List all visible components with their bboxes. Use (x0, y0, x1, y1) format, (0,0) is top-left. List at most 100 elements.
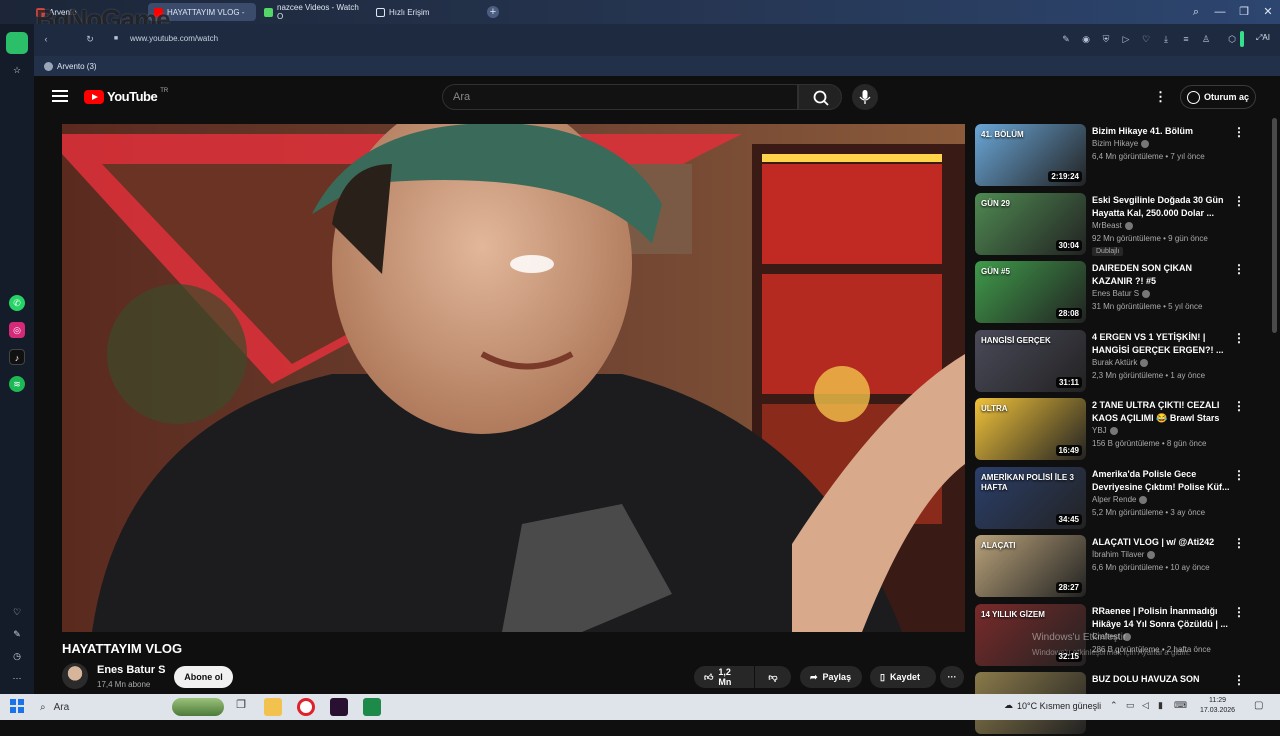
url-text[interactable]: www.youtube.com/watch (130, 34, 218, 43)
sign-in-button[interactable]: Oturum aç (1180, 85, 1256, 109)
menu-icon[interactable]: ≡ (1180, 33, 1192, 45)
voice-search-button[interactable] (852, 84, 878, 110)
battery-icon[interactable]: ▮ (1158, 700, 1163, 711)
recommendation-item[interactable]: AMERİKAN POLİSİ İLE 3 HAFTA 34:45 Amerika'… (975, 467, 1265, 531)
show-hidden-icons[interactable]: ⌃ (1110, 700, 1118, 711)
opera-gx-taskbar-icon[interactable] (363, 698, 381, 716)
weather-widget[interactable]: ☁ 10°C Kısmen güneşli (1004, 700, 1101, 711)
recommendation-item[interactable]: GÜN #5 28:08 DAIREDEN SON ÇIKAN KAZANIR ?!… (975, 261, 1265, 325)
recommendation-title[interactable]: BUZ DOLU HAVUZA SON (1092, 673, 1232, 686)
more-options-icon[interactable]: ⋮ (1233, 468, 1245, 482)
shield-icon[interactable]: ⛨ (1100, 33, 1112, 45)
more-options-icon[interactable]: ⋮ (1233, 262, 1245, 276)
more-options-icon[interactable]: ⋮ (1233, 125, 1245, 139)
dislike-button[interactable]: 👎︎ (755, 666, 791, 688)
more-options-icon[interactable]: ⋮ (1233, 194, 1245, 208)
extension-icon[interactable]: ⬡ (1226, 33, 1238, 45)
video-thumbnail[interactable]: GÜN 29 30:04 (975, 193, 1086, 255)
download-icon[interactable]: ⤓ (1160, 33, 1172, 45)
more-options-icon[interactable]: ⋮ (1233, 536, 1245, 550)
network-icon[interactable]: ▭ (1126, 700, 1135, 711)
recommendation-title[interactable]: Amerika'da Polisle Gece Devriyesine Çıkt… (1092, 468, 1232, 494)
share-button[interactable]: ➦ Paylaş (800, 666, 862, 688)
back-icon[interactable]: ‹ (40, 33, 52, 45)
scrollbar[interactable] (1272, 118, 1277, 333)
recommendation-title[interactable]: Eski Sevgilinle Doğada 30 Gün Hayatta Ka… (1092, 194, 1232, 220)
recommendation-channel[interactable]: Bizim Hikaye (1092, 139, 1138, 148)
video-thumbnail[interactable]: ULTRA 16:49 (975, 398, 1086, 460)
tab-nazcee[interactable]: nazcee Videos - Watch O (258, 3, 368, 21)
profile-icon[interactable]: ♙ (1200, 33, 1212, 45)
new-tab-icon[interactable]: + (487, 6, 499, 18)
minimize-icon[interactable]: — (1212, 4, 1228, 20)
star-icon[interactable]: ☆ (9, 62, 25, 78)
recommendation-title[interactable]: ALAÇATI VLOG | w/ @Ati242 (1092, 536, 1232, 549)
spotify-icon[interactable]: ≋ (9, 376, 25, 392)
instagram-icon[interactable]: ◎ (9, 322, 25, 338)
clock-icon[interactable]: ◷ (9, 648, 25, 664)
video-player[interactable] (62, 124, 965, 632)
video-thumbnail[interactable]: 41. BÖLÜM 2:19:24 (975, 124, 1086, 186)
more-options-icon[interactable]: ⋮ (1233, 605, 1245, 619)
video-thumbnail[interactable]: GÜN #5 28:08 (975, 261, 1086, 323)
save-button[interactable]: ▯ Kaydet (870, 666, 936, 688)
youtube-logo[interactable]: YouTube TR (84, 88, 168, 104)
stadium-widget[interactable] (172, 698, 224, 716)
heart-icon[interactable]: ♡ (1140, 33, 1152, 45)
recommendation-title[interactable]: 4 ERGEN VS 1 YETİŞKİN! | HANGİSİ GERÇEK … (1092, 331, 1232, 357)
more-options-icon[interactable]: ⋮ (1233, 673, 1245, 687)
video-thumbnail[interactable]: ALAÇATI 28:27 (975, 535, 1086, 597)
recommendation-item[interactable]: HANGİSİ GERÇEK 31:11 4 ERGEN VS 1 YETİŞKİN… (975, 330, 1265, 394)
heart-outline-icon[interactable]: ♡ (9, 604, 25, 620)
opera-icon[interactable] (297, 698, 315, 716)
recommendation-item[interactable]: ULTRA 16:49 2 TANE ULTRA ÇIKTI! CEZALI KAO… (975, 398, 1265, 462)
bookmark-arvento[interactable]: Arvento (3) (44, 59, 97, 73)
windows-start-icon[interactable] (10, 699, 24, 713)
system-clock[interactable]: 11:29 17.03.2026 (1200, 696, 1235, 716)
recommendation-item[interactable]: ALAÇATI 28:27 ALAÇATI VLOG | w/ @Ati242 İbr… (975, 535, 1265, 599)
recommendation-channel[interactable]: Burak Aktürk (1092, 358, 1137, 367)
volume-icon[interactable]: ◁ (1142, 700, 1149, 711)
recommendation-channel[interactable]: İbrahim Tilaver (1092, 550, 1144, 559)
task-view-icon[interactable]: ❐ (232, 698, 250, 716)
language-icon[interactable]: ⌨ (1174, 700, 1187, 711)
tiktok-icon[interactable]: ♪ (9, 349, 25, 365)
recommendation-item[interactable]: GÜN 29 30:04 Eski Sevgilinle Doğada 30 Gün… (975, 193, 1265, 257)
recommendation-channel[interactable]: Alper Rende (1092, 495, 1136, 504)
subscribe-button[interactable]: Abone ol (174, 666, 233, 688)
video-thumbnail[interactable]: HANGİSİ GERÇEK 31:11 (975, 330, 1086, 392)
file-explorer-icon[interactable] (264, 698, 282, 716)
camera-icon[interactable]: ◉ (1080, 33, 1092, 45)
edit-icon[interactable]: ✎ (1060, 33, 1072, 45)
recommendation-item[interactable]: 41. BÖLÜM 2:19:24 Bizim Hikaye 41. Bölüm Bi… (975, 124, 1265, 188)
whatsapp-icon[interactable]: ✆ (9, 295, 25, 311)
tab-hizli-erisim[interactable]: Hızlı Erişim (370, 3, 450, 21)
recommendation-channel[interactable]: Enes Batur S (1092, 289, 1139, 298)
recommendation-title[interactable]: RRaenee | Polisin İnanmadığı Hikâye 14 Y… (1092, 605, 1232, 631)
notifications-icon[interactable]: ▢ (1254, 700, 1263, 711)
search-input[interactable]: Ara (442, 84, 798, 110)
more-actions-button[interactable]: ··· (940, 666, 964, 688)
search-button[interactable] (798, 84, 842, 110)
ai-button[interactable]: ⤢AI (1256, 33, 1270, 43)
reload-icon[interactable]: ↻ (84, 33, 96, 45)
channel-name[interactable]: Enes Batur S (97, 664, 165, 676)
maximize-icon[interactable]: ❐ (1236, 4, 1252, 20)
more-options-icon[interactable]: ⋮ (1233, 399, 1245, 413)
visual-studio-icon[interactable] (330, 698, 348, 716)
recommendation-channel[interactable]: MrBeast (1092, 221, 1122, 230)
more-icon[interactable]: ··· (9, 670, 25, 686)
play-icon[interactable]: ▷ (1120, 33, 1132, 45)
edit-square-icon[interactable]: ✎ (9, 626, 25, 642)
recommendation-title[interactable]: DAIREDEN SON ÇIKAN KAZANIR ?! #5 (1092, 262, 1232, 288)
hamburger-menu-icon[interactable] (52, 90, 68, 104)
opera-gx-icon[interactable] (6, 32, 28, 54)
video-thumbnail[interactable]: AMERİKAN POLİSİ İLE 3 HAFTA 34:45 (975, 467, 1086, 529)
like-button[interactable]: 👍︎ 1,2 Mn (694, 666, 754, 688)
recommendation-channel[interactable]: YBJ (1092, 426, 1107, 435)
more-options-icon[interactable]: ⋮ (1233, 331, 1245, 345)
recommendation-title[interactable]: 2 TANE ULTRA ÇIKTI! CEZALI KAOS AÇILIMI … (1092, 399, 1232, 425)
channel-avatar[interactable] (62, 663, 88, 689)
recommendation-title[interactable]: Bizim Hikaye 41. Bölüm (1092, 125, 1232, 138)
close-icon[interactable]: ✕ (1260, 4, 1276, 20)
